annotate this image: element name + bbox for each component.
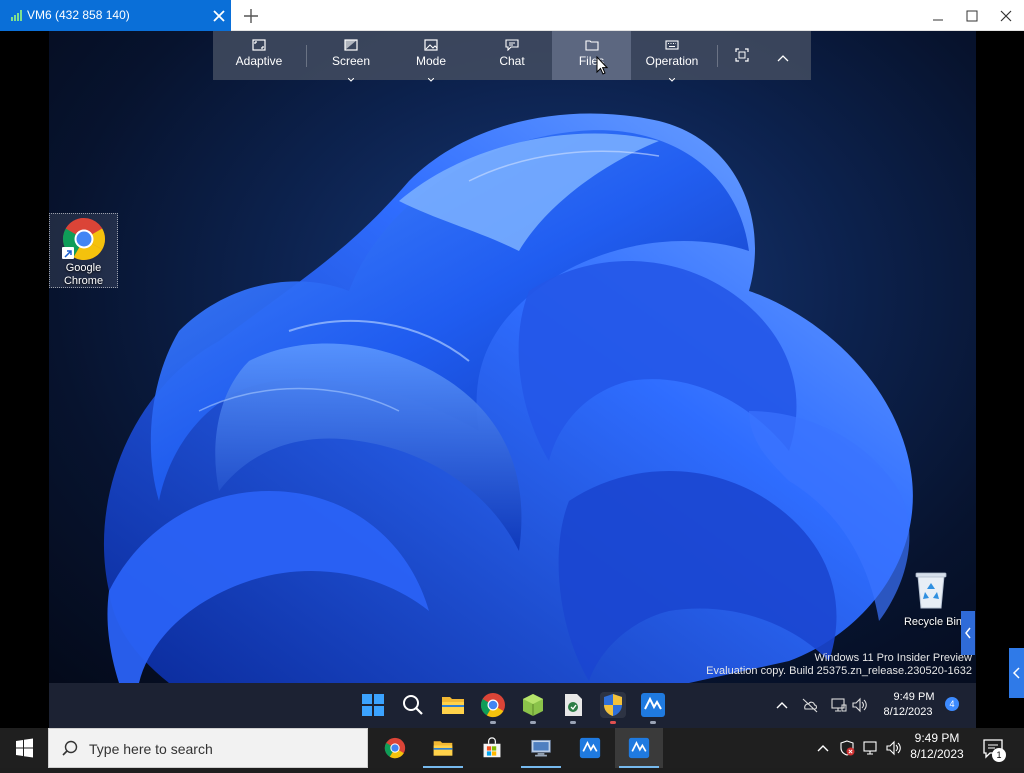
taskbar-remote-app-active[interactable] (615, 728, 663, 768)
session-tab-title: VM6 (432 858 140) (27, 8, 130, 22)
shortcut-arrow-icon (62, 247, 74, 259)
session-tab[interactable]: VM6 (432 858 140) (0, 0, 231, 31)
taskbar-store[interactable] (468, 728, 516, 768)
app-remote-icon[interactable] (640, 692, 666, 724)
screen-button[interactable]: Screen (311, 31, 391, 82)
chrome-label-line2: Chrome (63, 275, 104, 287)
remote-control-toolbar: Adaptive Screen Mode Chat Files Operatio… (213, 31, 811, 82)
remote-notification-badge[interactable]: 4 (945, 697, 959, 711)
fullscreen-button[interactable] (727, 31, 757, 80)
show-hidden-icons-icon[interactable] (814, 739, 832, 757)
desktop-icon-recycle-bin[interactable]: Recycle Bin (902, 568, 964, 634)
toolbar-divider (306, 45, 307, 67)
search-placeholder: Type here to search (89, 741, 213, 757)
chrome-label-line1: Google (65, 262, 102, 274)
store-icon (483, 737, 501, 758)
recycle-bin-label: Recycle Bin (903, 616, 963, 628)
close-window-icon[interactable] (996, 6, 1016, 26)
minimize-icon[interactable] (928, 6, 948, 26)
fullscreen-icon (735, 48, 749, 62)
cloud-offline-icon[interactable] (801, 696, 819, 714)
local-clock-date[interactable]: 8/12/2023 (904, 746, 970, 762)
taskbar-file-explorer[interactable] (419, 728, 467, 768)
operation-label: Operation (645, 54, 699, 68)
file-explorer-icon (433, 741, 453, 756)
chevron-down-icon (347, 69, 355, 82)
chevron-left-icon (965, 627, 971, 639)
network-icon[interactable] (862, 739, 880, 757)
search-icon[interactable] (400, 692, 426, 718)
signal-strength-icon (11, 10, 23, 21)
watermark-build: Evaluation copy. Build 25375.zn_release.… (706, 665, 972, 677)
recycle-bin-icon (915, 572, 947, 609)
files-button[interactable]: Files (552, 31, 631, 80)
network-computer-icon (531, 739, 551, 757)
chat-icon (505, 38, 519, 52)
windows-start-icon[interactable] (0, 728, 48, 768)
side-panel-handle[interactable] (961, 611, 975, 655)
toolbar-divider (717, 45, 718, 67)
remote-taskbar (49, 683, 976, 728)
collapse-up-icon (776, 50, 790, 62)
volume-icon[interactable] (851, 696, 869, 714)
chevron-down-icon (427, 69, 435, 82)
mode-label: Mode (415, 54, 447, 68)
search-icon (62, 740, 78, 756)
chevron-left-icon (1012, 667, 1020, 679)
screen-icon (344, 38, 358, 51)
remote-clock-time[interactable]: 9:49 PM (881, 690, 947, 704)
remote-desktop[interactable] (49, 31, 976, 683)
show-hidden-icons-icon[interactable] (773, 696, 791, 714)
file-explorer-icon[interactable] (440, 692, 466, 718)
new-tab-icon[interactable] (241, 6, 261, 26)
mouse-cursor-icon (596, 56, 608, 75)
collapse-toolbar-button[interactable] (768, 31, 798, 80)
operation-button[interactable]: Operation (631, 31, 713, 82)
chrome-icon[interactable] (480, 692, 506, 724)
network-icon[interactable] (830, 696, 848, 714)
image-icon (424, 38, 438, 51)
screen-label: Screen (331, 54, 371, 68)
maximize-icon[interactable] (962, 6, 982, 26)
windows-start-icon[interactable] (360, 692, 386, 718)
fit-screen-icon (252, 38, 266, 51)
chevron-down-icon (668, 69, 676, 82)
chrome-icon (384, 737, 406, 759)
security-alert-icon[interactable] (838, 739, 856, 757)
desktop-icon-google-chrome[interactable]: Google Chrome (49, 213, 118, 288)
taskbar-network-computer[interactable] (517, 728, 565, 768)
remote-app-icon (579, 737, 601, 759)
outer-panel-handle[interactable] (1009, 648, 1024, 698)
watermark-edition: Windows 11 Pro Insider Preview (814, 652, 972, 664)
adaptive-button[interactable]: Adaptive (213, 31, 305, 80)
mode-button[interactable]: Mode (391, 31, 471, 82)
chat-label: Chat (499, 54, 525, 68)
close-tab-icon[interactable] (210, 7, 228, 25)
local-clock-time[interactable]: 9:49 PM (904, 730, 970, 746)
window-titlebar: VM6 (432 858 140) (0, 0, 1024, 31)
notification-count-badge: 1 (992, 748, 1006, 762)
volume-icon[interactable] (885, 739, 903, 757)
wallpaper-bloom (103, 113, 913, 683)
keyboard-icon (665, 38, 679, 50)
chat-button[interactable]: Chat (471, 31, 553, 80)
remote-clock-date[interactable]: 8/12/2023 (875, 705, 941, 719)
remote-app-icon (628, 737, 650, 759)
taskbar-search-box[interactable]: Type here to search (48, 728, 368, 768)
taskbar-chrome[interactable] (371, 728, 419, 768)
taskbar-remote-app[interactable] (566, 728, 614, 768)
files-label: Files (578, 54, 605, 68)
app-doc-icon[interactable] (560, 692, 586, 724)
local-taskbar: Type here to search (0, 728, 1024, 768)
app-cube-icon[interactable] (520, 692, 546, 724)
shield-icon[interactable] (600, 692, 626, 724)
adaptive-label: Adaptive (235, 54, 283, 68)
folder-icon (584, 38, 599, 51)
